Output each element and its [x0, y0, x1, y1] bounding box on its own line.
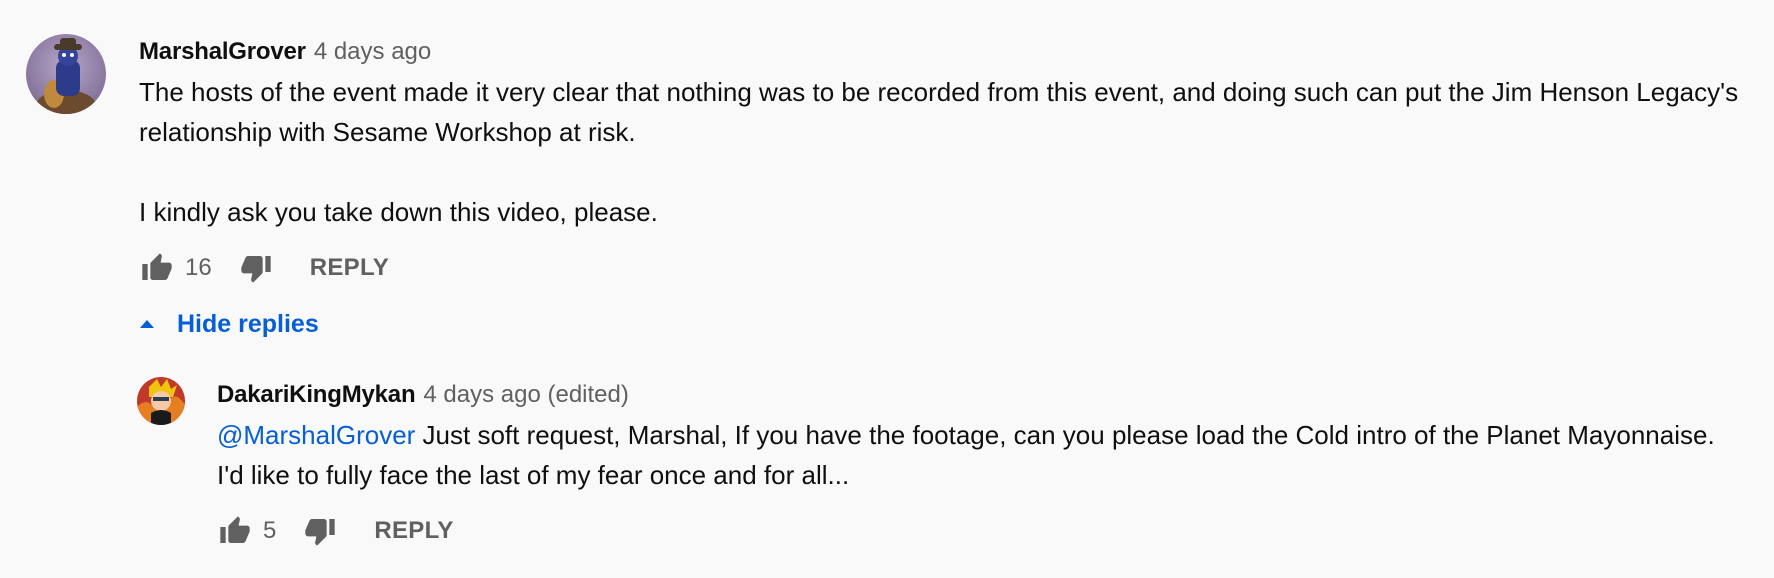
reply-button[interactable]: REPLY: [310, 254, 389, 282]
hide-replies-label: Hide replies: [177, 309, 319, 338]
reply-timestamp[interactable]: 4 days ago (edited): [423, 377, 628, 413]
dislike-button[interactable]: [238, 250, 274, 286]
reply-body: DakariKingMykan 4 days ago (edited) @Mar…: [217, 377, 1737, 555]
reply-mention-link[interactable]: @MarshalGrover: [217, 420, 415, 450]
like-button[interactable]: [217, 513, 253, 549]
like-count: 16: [185, 254, 212, 281]
like-button[interactable]: [139, 250, 175, 286]
user-avatar-icon: [137, 377, 185, 425]
reply-actions: 5 REPLY: [217, 507, 1737, 555]
reply-text-content: Just soft request, Marshal, If you have …: [217, 420, 1722, 490]
thumbs-up-icon: [142, 253, 172, 280]
reply-header: DakariKingMykan 4 days ago (edited): [217, 377, 1737, 413]
comment-author[interactable]: MarshalGrover: [139, 34, 306, 70]
commenter-avatar[interactable]: [26, 34, 106, 114]
caret-up-icon: [140, 320, 154, 328]
comment-text: The hosts of the event made it very clea…: [139, 77, 1739, 227]
comment-header: MarshalGrover 4 days ago: [139, 34, 1749, 70]
like-count: 5: [263, 517, 277, 544]
thumbs-down-icon: [241, 256, 271, 283]
reply-author[interactable]: DakariKingMykan: [217, 377, 416, 413]
reply-avatar[interactable]: [137, 377, 185, 425]
hide-replies-button[interactable]: Hide replies: [139, 300, 1749, 348]
user-avatar-icon: [26, 34, 106, 114]
comment-timestamp[interactable]: 4 days ago: [314, 34, 431, 70]
comment-actions: 16 REPLY: [139, 244, 1749, 292]
comments-section: MarshalGrover 4 days ago The hosts of th…: [0, 0, 1774, 578]
dislike-button[interactable]: [302, 513, 338, 549]
reply-button[interactable]: REPLY: [374, 517, 453, 545]
thumbs-up-icon: [220, 516, 250, 543]
thumbs-down-icon: [305, 519, 336, 546]
reply-text: @MarshalGrover Just soft request, Marsha…: [217, 415, 1737, 495]
comment-body: MarshalGrover 4 days ago The hosts of th…: [139, 34, 1749, 348]
